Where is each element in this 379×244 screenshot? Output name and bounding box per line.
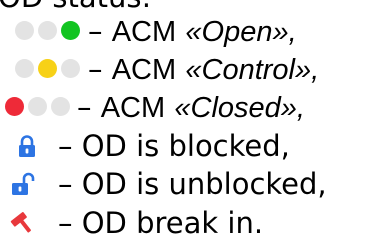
od-break-in-text: OD break in. (81, 206, 264, 240)
light-3-green (61, 21, 80, 40)
light-1-red (5, 97, 24, 116)
legend-text-blocked: – OD is blocked, (58, 129, 290, 163)
light-2-off (38, 21, 57, 40)
dash: – (58, 206, 73, 240)
legend-row-closed: – ACM «Closed», (0, 90, 379, 124)
light-3-off (61, 59, 80, 78)
od-unblocked-text: OD is unblocked, (81, 167, 327, 201)
od-blocked-text: OD is blocked, (81, 129, 290, 163)
light-3-off (51, 97, 70, 116)
legend-heading: OD status: (0, 0, 151, 14)
legend-text-control: – ACM «Control», (88, 52, 319, 87)
light-2-off (28, 97, 47, 116)
acm-label: ACM (111, 16, 177, 48)
lock-open-icon (12, 172, 35, 195)
acm-label: ACM (111, 54, 177, 86)
legend-text-closed: – ACM «Closed», (77, 90, 305, 125)
legend-text-break-in: – OD break in. (58, 206, 263, 240)
light-1-off (15, 59, 34, 78)
legend-row-unblocked: – OD is unblocked, (0, 167, 379, 201)
legend-row-break-in: – OD break in. (0, 206, 379, 240)
dash: – (88, 14, 103, 48)
legend-text-open: – ACM «Open», (88, 14, 297, 49)
traffic-lights-closed (5, 97, 71, 117)
state-control: «Control», (185, 54, 320, 86)
dash: – (77, 90, 92, 124)
traffic-lights-control (15, 59, 81, 79)
state-open: «Open», (185, 16, 297, 48)
dash: – (58, 167, 73, 201)
dash: – (88, 52, 103, 86)
light-2-yellow (38, 59, 57, 78)
legend-text-unblocked: – OD is unblocked, (58, 167, 327, 201)
state-closed: «Closed», (174, 92, 305, 124)
traffic-lights-open (15, 21, 81, 41)
light-1-off (15, 21, 34, 40)
acm-label: ACM (100, 92, 166, 124)
dash: – (58, 129, 73, 163)
legend-row-open: – ACM «Open», (0, 14, 379, 48)
lock-closed-icon (19, 135, 35, 157)
hammer-icon (10, 212, 31, 233)
legend-row-blocked: – OD is blocked, (0, 129, 379, 163)
legend-row-control: – ACM «Control», (0, 52, 379, 86)
